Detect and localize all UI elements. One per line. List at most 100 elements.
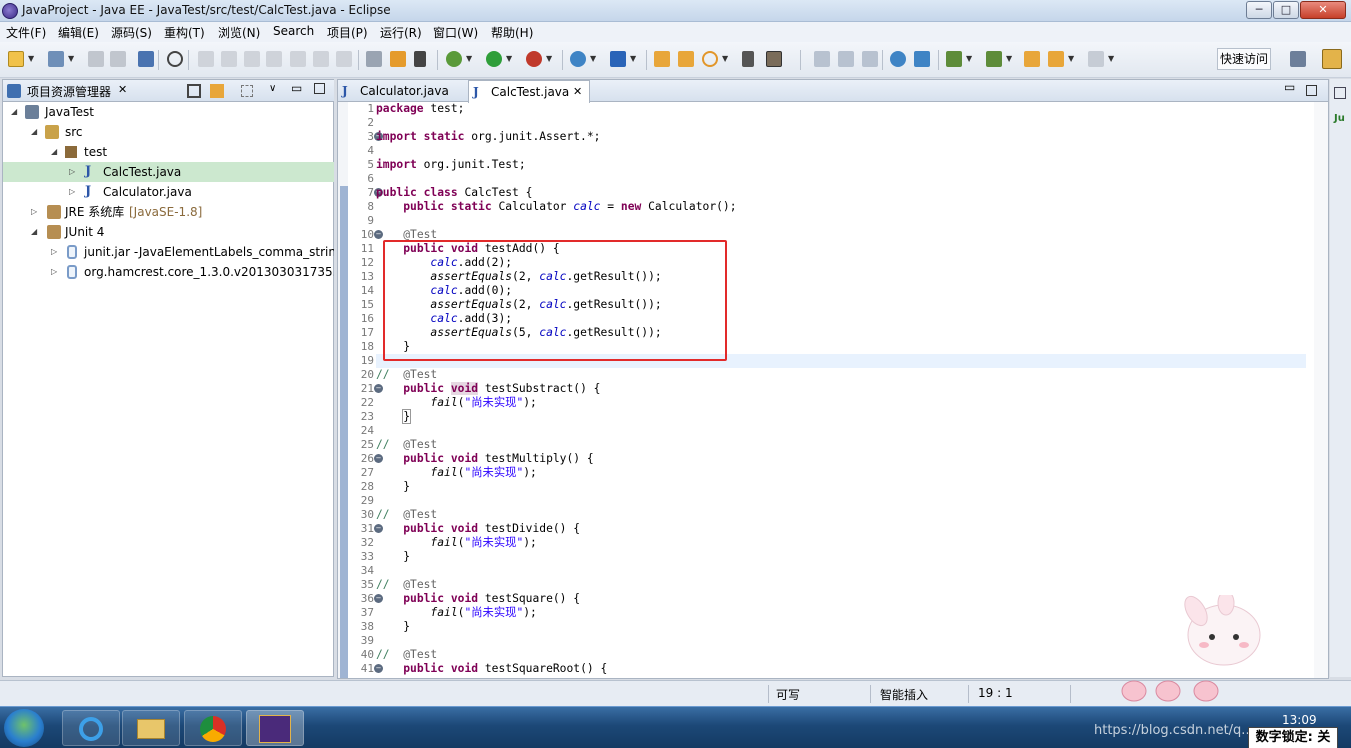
step-over-icon[interactable]	[313, 51, 329, 67]
restore-icon[interactable]	[1334, 87, 1346, 99]
tree-item-junit-jar[interactable]: ▷ junit.jar -JavaElementLabels_comma_str…	[3, 242, 334, 262]
word-wrap-icon[interactable]	[814, 51, 830, 67]
server-icon[interactable]	[570, 51, 586, 67]
tree-item-junit4[interactable]: ◢ JUnit 4	[3, 222, 334, 242]
minimize-editor-icon[interactable]: ▭	[1284, 80, 1295, 94]
skip-breakpoints-icon[interactable]	[167, 51, 183, 67]
expanded-arrow-icon[interactable]: ◢	[11, 102, 17, 122]
use-step-filters-icon[interactable]	[366, 51, 382, 67]
open-perspective-icon[interactable]	[1290, 51, 1306, 67]
run-icon[interactable]	[486, 51, 502, 67]
dropdown-arrow-icon[interactable]: ▼	[966, 54, 972, 63]
last-edit-location-icon[interactable]	[1024, 51, 1040, 67]
open-task-icon[interactable]	[678, 51, 694, 67]
menu-navigate[interactable]: 浏览(N)	[218, 24, 260, 41]
open-type-icon[interactable]	[654, 51, 670, 67]
step-into-icon[interactable]	[290, 51, 306, 67]
toggle-breakpoint-icon[interactable]	[390, 51, 406, 67]
menu-refactor[interactable]: 重构(T)	[164, 24, 205, 41]
collapsed-arrow-icon[interactable]: ▷	[69, 182, 75, 202]
project-explorer-tab[interactable]: 项目资源管理器 ✕ ∨ ▭	[3, 80, 334, 102]
tab-calctest-java[interactable]: J CalcTest.java ✕	[468, 80, 590, 103]
tab-calculator-java[interactable]: J Calculator.java	[338, 80, 466, 102]
maximize-button[interactable]: □	[1273, 1, 1299, 19]
tree-item-jre-library[interactable]: ▷ JRE 系统库 [JavaSE-1.8]	[3, 202, 334, 222]
dropdown-arrow-icon[interactable]: ▼	[1068, 54, 1074, 63]
suspend-icon[interactable]	[221, 51, 237, 67]
java-ee-ide-icon[interactable]	[246, 710, 304, 746]
collapsed-arrow-icon[interactable]: ▷	[31, 202, 37, 222]
dropdown-arrow-icon[interactable]: ▼	[28, 54, 34, 63]
tree-item-src[interactable]: ◢ src	[3, 122, 334, 142]
disconnect-icon[interactable]	[266, 51, 282, 67]
maximize-editor-icon[interactable]	[1306, 85, 1317, 96]
menu-window[interactable]: 窗口(W)	[433, 24, 478, 41]
save-icon[interactable]	[88, 51, 104, 67]
dropdown-arrow-icon[interactable]: ▼	[466, 54, 472, 63]
start-button-icon[interactable]	[4, 709, 44, 747]
dropdown-arrow-icon[interactable]: ▼	[630, 54, 636, 63]
tree-item-javatest[interactable]: ◢ JavaTest	[3, 102, 334, 122]
tree-item-calculator-java[interactable]: ▷ J Calculator.java	[3, 182, 334, 202]
dropdown-arrow-icon[interactable]: ▼	[1006, 54, 1012, 63]
maximize-view-icon[interactable]	[314, 83, 325, 94]
debug-icon[interactable]	[446, 51, 462, 67]
new-project-icon[interactable]	[48, 51, 64, 67]
collapsed-arrow-icon[interactable]: ▷	[51, 242, 57, 262]
block-selection-icon[interactable]	[838, 51, 854, 67]
menu-search[interactable]: Search	[273, 24, 314, 38]
menu-edit[interactable]: 编辑(E)	[58, 24, 99, 41]
menu-help[interactable]: 帮助(H)	[491, 24, 533, 41]
show-whitespace-icon[interactable]	[862, 51, 878, 67]
file-explorer-icon[interactable]	[122, 710, 180, 746]
junit-view-icon[interactable]: Ju	[1334, 113, 1345, 124]
next-annotation-icon[interactable]	[946, 51, 962, 67]
terminate-icon[interactable]	[244, 51, 260, 67]
minimize-button[interactable]: ─	[1246, 1, 1272, 19]
internet-explorer-icon[interactable]	[62, 710, 120, 746]
expanded-arrow-icon[interactable]: ◢	[31, 122, 37, 142]
dropdown-arrow-icon[interactable]: ▼	[590, 54, 596, 63]
collapsed-arrow-icon[interactable]: ▷	[51, 262, 57, 282]
mark-occurrences-icon[interactable]	[414, 51, 426, 67]
chrome-icon[interactable]	[184, 710, 242, 746]
java-ee-perspective-icon[interactable]	[1322, 49, 1342, 69]
menu-run[interactable]: 运行(R)	[380, 24, 422, 41]
edit-pencil-icon[interactable]	[766, 51, 782, 67]
clock[interactable]: 13:09	[1282, 713, 1317, 727]
dropdown-arrow-icon[interactable]: ▼	[546, 54, 552, 63]
dropdown-arrow-icon[interactable]: ▼	[1108, 54, 1114, 63]
dropdown-arrow-icon[interactable]: ▼	[506, 54, 512, 63]
focus-icon[interactable]	[241, 85, 253, 97]
collapse-all-icon[interactable]	[187, 84, 201, 98]
cluster-icon[interactable]	[914, 51, 930, 67]
expanded-arrow-icon[interactable]: ◢	[51, 142, 57, 162]
save-all-icon[interactable]	[110, 51, 126, 67]
overview-ruler[interactable]	[1314, 102, 1328, 678]
step-return-icon[interactable]	[336, 51, 352, 67]
toggle-mark-icon[interactable]	[742, 51, 754, 67]
back-icon[interactable]	[1048, 51, 1064, 67]
menu-file[interactable]: 文件(F)	[6, 24, 46, 41]
prev-annotation-icon[interactable]	[986, 51, 1002, 67]
forward-icon[interactable]	[1088, 51, 1104, 67]
minimize-view-icon[interactable]: ▭	[291, 81, 302, 95]
run-coverage-icon[interactable]	[526, 51, 542, 67]
close-view-icon[interactable]: ✕	[118, 83, 127, 96]
new-icon[interactable]	[8, 51, 24, 67]
tree-item-hamcrest-jar[interactable]: ▷ org.hamcrest.core_1.3.0.v201303031735.…	[3, 262, 334, 282]
tree-item-test-package[interactable]: ◢ test	[3, 142, 334, 162]
collapsed-arrow-icon[interactable]: ▷	[69, 162, 75, 182]
view-menu-chevron-down-icon[interactable]: ∨	[269, 83, 276, 94]
link-with-editor-icon[interactable]	[210, 84, 224, 98]
terminal-icon[interactable]	[138, 51, 154, 67]
search-icon[interactable]	[702, 51, 718, 67]
close-button[interactable]: ✕	[1300, 1, 1346, 19]
menu-project[interactable]: 项目(P)	[327, 24, 368, 41]
new-class-icon[interactable]	[610, 51, 626, 67]
web-browser-icon[interactable]	[890, 51, 906, 67]
menu-source[interactable]: 源码(S)	[111, 24, 152, 41]
expanded-arrow-icon[interactable]: ◢	[31, 222, 37, 242]
tree-item-calctest-java[interactable]: ▷ J CalcTest.java	[3, 162, 334, 182]
dropdown-arrow-icon[interactable]: ▼	[68, 54, 74, 63]
